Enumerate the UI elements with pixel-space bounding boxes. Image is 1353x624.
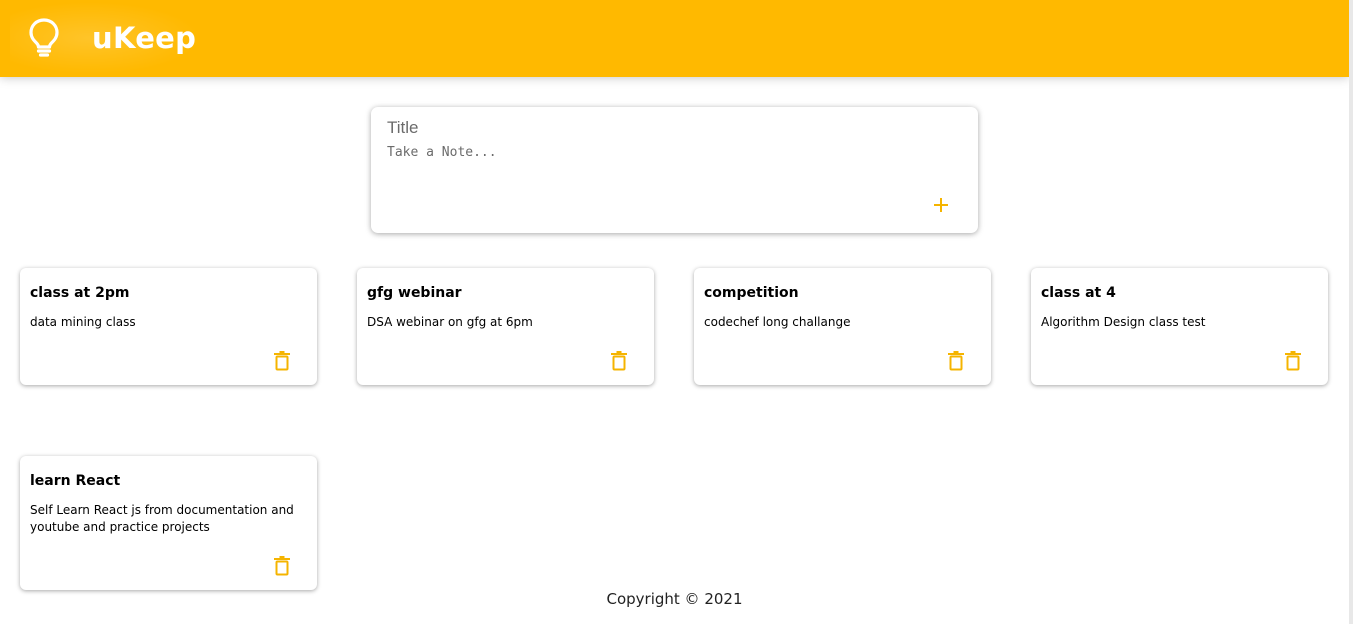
note-title: gfg webinar: [367, 285, 462, 301]
footer: Copyright © 2021: [0, 590, 1349, 608]
lightbulb-icon: [29, 18, 59, 57]
app-title: uKeep: [92, 21, 197, 55]
page: uKeep class at 2pm data mining class gfg…: [0, 0, 1353, 624]
note-card: competition codechef long challange: [694, 268, 991, 385]
add-note-button[interactable]: [930, 194, 952, 216]
note-card: gfg webinar DSA webinar on gfg at 6pm: [357, 268, 654, 385]
note-title: class at 2pm: [30, 285, 130, 301]
note-title-input[interactable]: [387, 117, 947, 139]
trash-icon: [1285, 351, 1301, 371]
note-content: DSA webinar on gfg at 6pm: [367, 315, 533, 329]
delete-note-button[interactable]: [610, 351, 628, 371]
note-title: class at 4: [1041, 285, 1116, 301]
copyright-text: Copyright © 2021: [606, 590, 743, 608]
plus-icon: [934, 198, 948, 212]
note-title: competition: [704, 285, 799, 301]
trash-icon: [611, 351, 627, 371]
note-content-input[interactable]: [387, 145, 947, 185]
delete-note-button[interactable]: [273, 351, 291, 371]
note-content: Algorithm Design class test: [1041, 315, 1206, 329]
note-title: learn React: [30, 473, 121, 489]
trash-icon: [274, 351, 290, 371]
note-card: class at 4 Algorithm Design class test: [1031, 268, 1328, 385]
note-content: codechef long challange: [704, 315, 851, 329]
scrollbar[interactable]: [1349, 0, 1353, 624]
trash-icon: [274, 556, 290, 576]
delete-note-button[interactable]: [947, 351, 965, 371]
note-content: Self Learn React js from documentation a…: [30, 503, 294, 534]
note-card: learn React Self Learn React js from doc…: [20, 456, 317, 590]
app-header: uKeep: [0, 0, 1349, 77]
trash-icon: [948, 351, 964, 371]
create-note-form: [371, 107, 978, 233]
delete-note-button[interactable]: [273, 556, 291, 576]
note-card: class at 2pm data mining class: [20, 268, 317, 385]
delete-note-button[interactable]: [1284, 351, 1302, 371]
note-content: data mining class: [30, 315, 136, 329]
